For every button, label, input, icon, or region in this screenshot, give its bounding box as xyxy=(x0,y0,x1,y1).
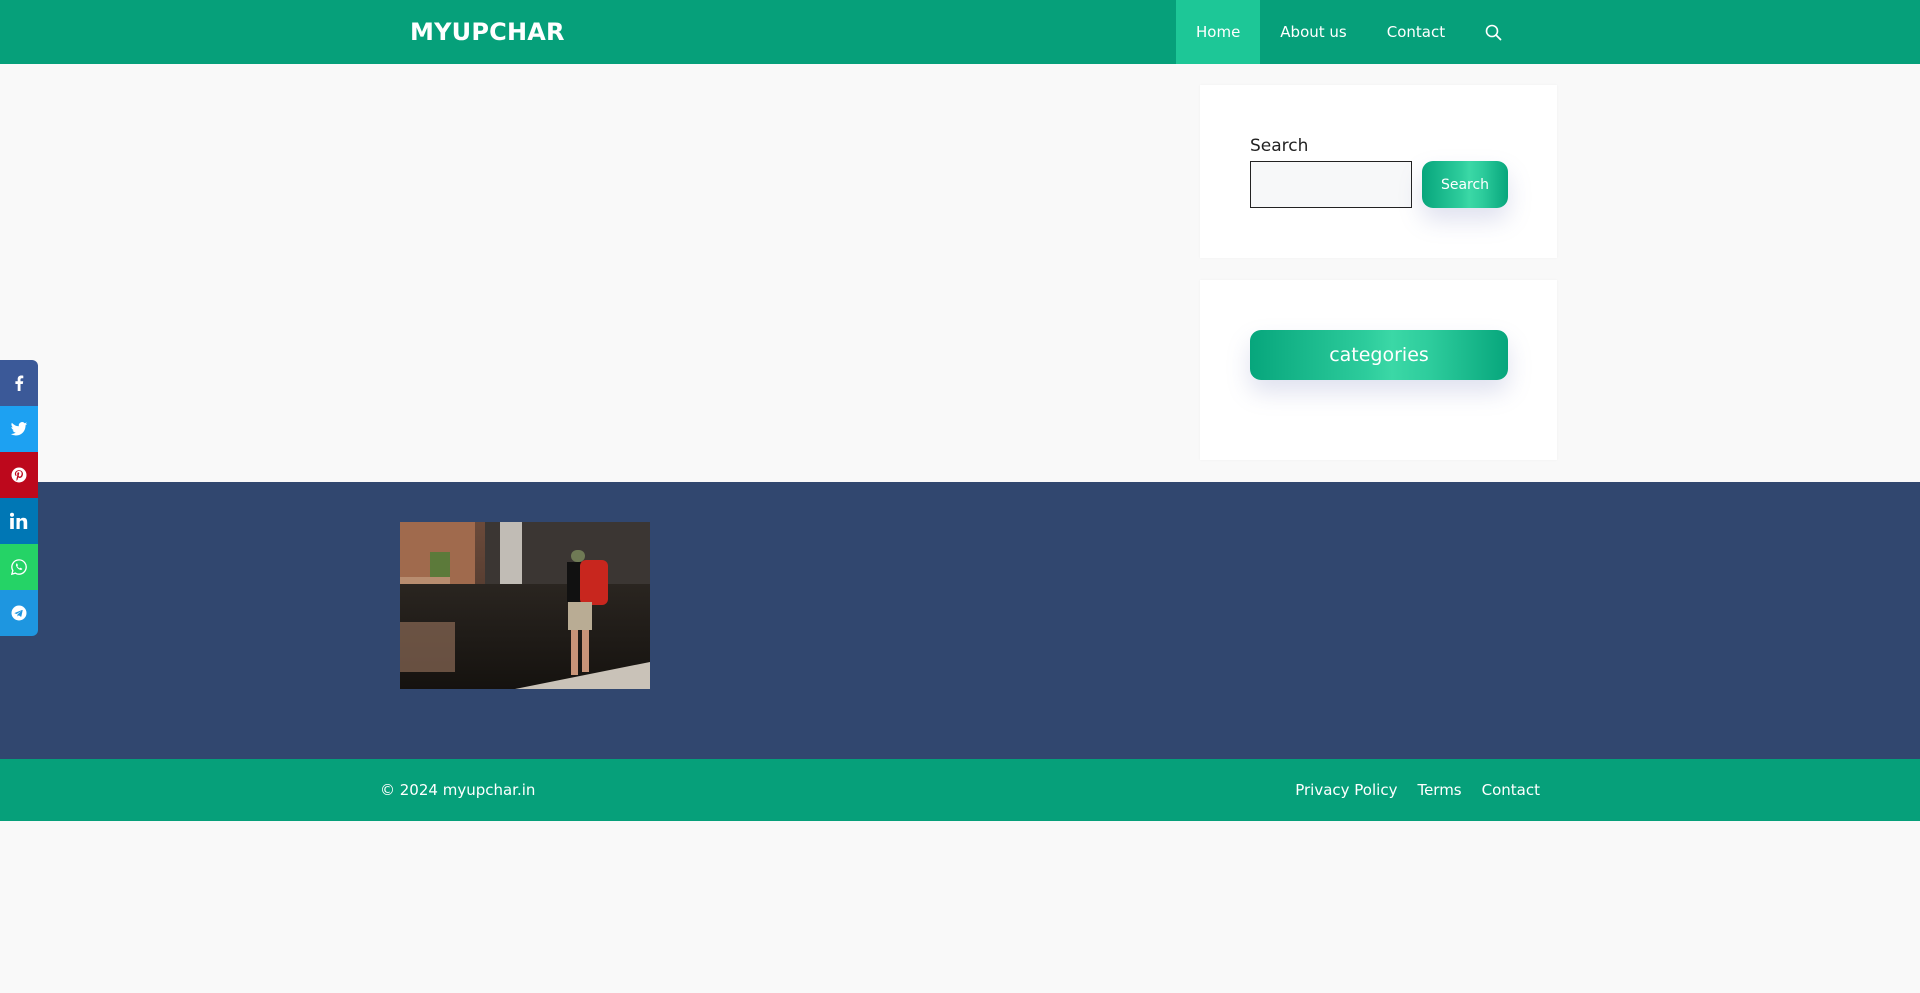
nav-item-contact[interactable]: Contact xyxy=(1367,0,1465,64)
share-facebook-button[interactable] xyxy=(0,360,38,406)
footer-image-hiker-waterfall xyxy=(400,522,650,689)
social-share-bar xyxy=(0,360,38,636)
categories-button[interactable]: categories xyxy=(1250,330,1508,380)
search-button[interactable]: Search xyxy=(1422,161,1508,208)
search-label: Search xyxy=(1250,136,1309,156)
footer-link-contact[interactable]: Contact xyxy=(1482,781,1540,799)
footer-widgets xyxy=(0,482,1920,759)
share-pinterest-button[interactable] xyxy=(0,452,38,498)
telegram-icon xyxy=(11,605,27,621)
whatsapp-icon xyxy=(10,559,27,576)
share-twitter-button[interactable] xyxy=(0,406,38,452)
footer-bar: © 2024 myupchar.in Privacy Policy Terms … xyxy=(0,759,1920,821)
search-widget: Search Search xyxy=(1200,85,1557,258)
pinterest-icon xyxy=(11,467,27,483)
nav-item-about-us[interactable]: About us xyxy=(1260,0,1366,64)
nav-search-button[interactable] xyxy=(1465,0,1521,64)
main-nav: Home About us Contact xyxy=(1176,0,1521,64)
twitter-icon xyxy=(10,422,28,436)
share-whatsapp-button[interactable] xyxy=(0,544,38,590)
footer-link-privacy-policy[interactable]: Privacy Policy xyxy=(1295,781,1397,799)
search-icon xyxy=(1485,24,1502,40)
footer-link-terms[interactable]: Terms xyxy=(1417,781,1461,799)
hiker-waterfall-image xyxy=(400,522,650,689)
copyright-text: © 2024 myupchar.in xyxy=(380,781,536,799)
footer-links: Privacy Policy Terms Contact xyxy=(1295,759,1540,821)
facebook-icon xyxy=(15,375,24,391)
site-header: MYUPCHAR Home About us Contact xyxy=(0,0,1920,64)
site-title-link[interactable]: MYUPCHAR xyxy=(410,0,565,64)
categories-widget: categories xyxy=(1200,280,1557,460)
share-linkedin-button[interactable] xyxy=(0,498,38,544)
nav-item-home[interactable]: Home xyxy=(1176,0,1261,64)
search-input[interactable] xyxy=(1250,161,1412,208)
linkedin-icon xyxy=(10,512,28,529)
share-telegram-button[interactable] xyxy=(0,590,38,636)
